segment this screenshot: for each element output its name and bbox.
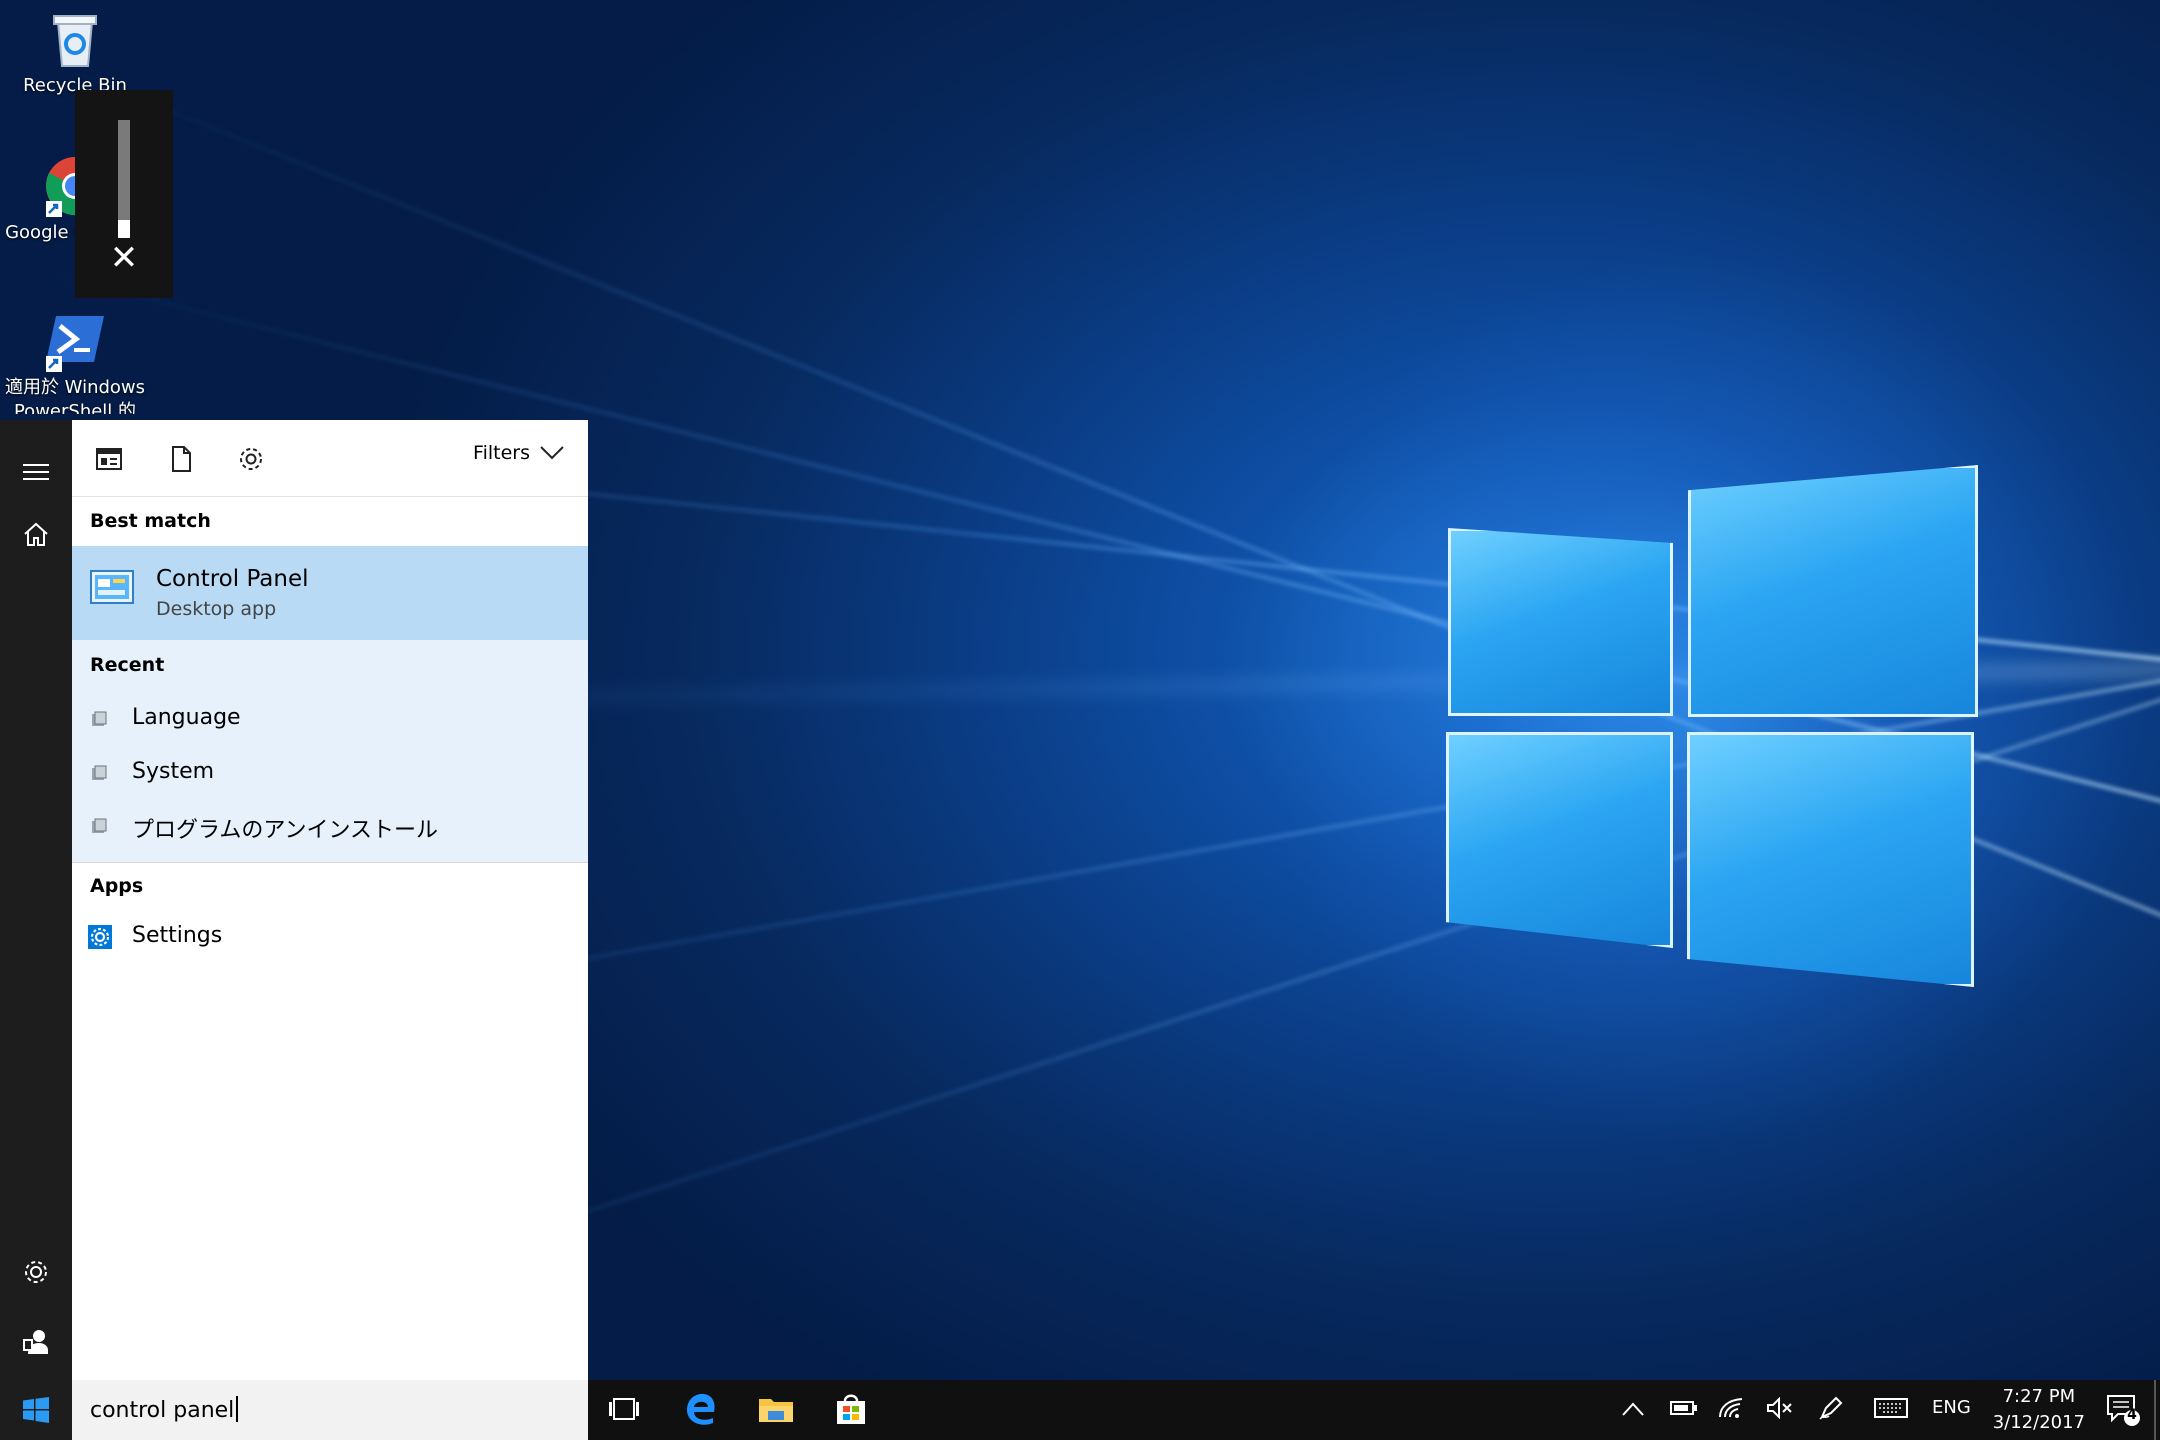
battery-button[interactable] xyxy=(1670,1400,1698,1421)
app-item-label: Settings xyxy=(132,923,223,948)
volume-flyout: ✕ xyxy=(75,90,173,298)
powershell-label-line2: PowerShell 的 Wi... xyxy=(13,401,137,414)
apps-section: Apps Settings xyxy=(72,863,588,1380)
search-toolbar: Filters xyxy=(72,420,588,497)
filters-dropdown[interactable]: Filters xyxy=(473,442,564,464)
desktop: Recycle Bin Google Chrome xyxy=(0,0,2160,1440)
filters-label: Filters xyxy=(473,442,530,464)
pen-workspace-button[interactable] xyxy=(1818,1395,1844,1426)
best-match-subtitle: Desktop app xyxy=(156,598,277,620)
keyboard-icon xyxy=(1874,1398,1908,1418)
user-account-button[interactable] xyxy=(0,1310,72,1374)
clock-time: 7:27 PM xyxy=(2002,1386,2076,1407)
control-panel-small-icon xyxy=(92,711,107,726)
powershell-desktop-icon[interactable]: 適用於 Windows PowerShell 的 Wi... xyxy=(0,310,150,414)
volume-button[interactable] xyxy=(1766,1396,1794,1424)
apps-filter-button[interactable] xyxy=(96,446,122,472)
show-hidden-icons-button[interactable] xyxy=(1622,1400,1644,1421)
store-taskbar-button[interactable] xyxy=(834,1393,868,1429)
task-view-icon xyxy=(609,1398,639,1420)
chevron-up-icon xyxy=(1622,1402,1644,1416)
clock-button[interactable]: 7:27 PM 3/12/2017 xyxy=(1993,1384,2085,1436)
speaker-muted-icon xyxy=(1767,1396,1792,1420)
pen-icon xyxy=(1819,1396,1843,1420)
recent-item-language[interactable]: Language xyxy=(72,695,588,745)
hamburger-menu-button[interactable] xyxy=(0,440,72,504)
control-panel-icon xyxy=(90,570,134,604)
search-input[interactable]: control panel xyxy=(90,1398,234,1423)
task-view-button[interactable] xyxy=(608,1396,640,1426)
hamburger-icon xyxy=(23,464,49,480)
touch-keyboard-button[interactable] xyxy=(1874,1398,1908,1423)
user-icon xyxy=(23,1330,48,1354)
notification-count-badge: 4 xyxy=(2127,1407,2137,1423)
powershell-label-line1: 適用於 Windows xyxy=(4,377,146,398)
best-match-title: Control Panel xyxy=(156,566,309,592)
close-icon[interactable]: ✕ xyxy=(75,238,173,278)
recycle-bin-desktop-icon[interactable]: Recycle Bin xyxy=(0,8,150,98)
action-center-button[interactable]: 4 xyxy=(2106,1394,2142,1432)
wifi-icon xyxy=(1719,1398,1743,1418)
app-item-settings[interactable]: Settings xyxy=(72,913,588,963)
windows-logo-pane xyxy=(1688,465,1978,717)
control-panel-small-icon xyxy=(92,765,107,780)
network-button[interactable] xyxy=(1718,1397,1744,1424)
chevron-down-icon xyxy=(540,446,564,460)
document-icon xyxy=(172,446,191,472)
store-icon xyxy=(837,1394,865,1424)
home-button[interactable] xyxy=(0,502,72,566)
search-box[interactable]: control panel xyxy=(72,1380,588,1440)
taskbar: ENG 7:27 PM 3/12/2017 4 xyxy=(588,1380,2160,1440)
recent-item-label: Language xyxy=(132,705,241,730)
edge-icon xyxy=(687,1393,715,1425)
start-rail xyxy=(0,420,72,1380)
clock-date: 3/12/2017 xyxy=(1992,1412,2085,1433)
input-language-button[interactable]: ENG xyxy=(1932,1397,1971,1418)
settings-filter-button[interactable] xyxy=(238,446,264,472)
best-match-item[interactable]: Control Panel Desktop app xyxy=(72,546,588,640)
windows-logo-icon xyxy=(23,1397,49,1423)
show-desktop-button[interactable] xyxy=(2154,1380,2156,1440)
recent-item-label: System xyxy=(132,759,215,784)
volume-slider-fill[interactable] xyxy=(118,220,130,238)
windows-logo-pane xyxy=(1448,528,1673,716)
edge-taskbar-button[interactable] xyxy=(684,1392,718,1430)
apps-icon xyxy=(96,448,122,470)
recycle-bin-icon xyxy=(44,8,106,70)
gear-icon xyxy=(25,1261,47,1283)
documents-filter-button[interactable] xyxy=(168,446,194,472)
start-button[interactable] xyxy=(0,1380,72,1440)
windows-logo-pane xyxy=(1446,732,1673,948)
folder-icon xyxy=(759,1399,793,1422)
settings-app-icon xyxy=(88,925,112,949)
powershell-icon xyxy=(44,310,106,372)
home-icon xyxy=(24,522,48,546)
best-match-heading: Best match xyxy=(90,510,211,532)
battery-icon xyxy=(1670,1401,1697,1415)
windows-logo-pane xyxy=(1687,732,1974,987)
control-panel-small-icon xyxy=(92,818,107,833)
recent-item-system[interactable]: System xyxy=(72,749,588,799)
file-explorer-taskbar-button[interactable] xyxy=(758,1394,794,1428)
apps-heading: Apps xyxy=(90,875,144,897)
recent-item-uninstall-programs[interactable]: プログラムのアンインストール xyxy=(72,802,588,852)
recent-heading: Recent xyxy=(90,654,165,676)
search-results-panel: Filters Best match Control Panel Desktop… xyxy=(72,420,588,1380)
text-caret xyxy=(236,1396,239,1422)
recent-item-label: プログラムのアンインストール xyxy=(132,818,439,843)
gear-icon xyxy=(240,448,262,470)
settings-rail-button[interactable] xyxy=(0,1240,72,1304)
